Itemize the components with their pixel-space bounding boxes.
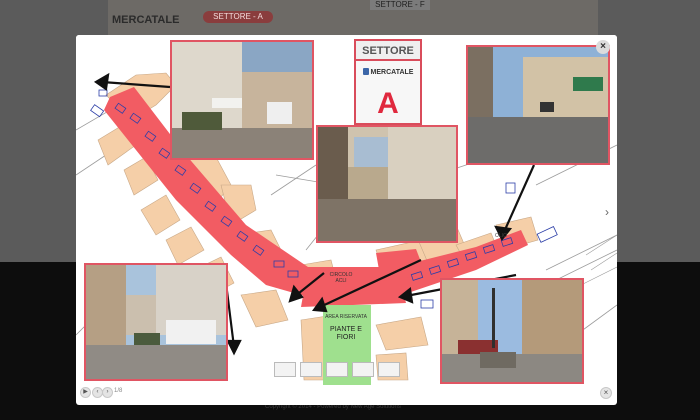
town-crest-icon: [362, 68, 369, 75]
photo-market-stalls-image: [86, 265, 226, 379]
photo-lower-square-image: [442, 280, 582, 382]
image-counter: 1/8: [114, 388, 123, 394]
photo-piazza-image: [172, 42, 312, 158]
close-icon[interactable]: ×: [596, 40, 610, 54]
photo-upper-street[interactable]: [466, 45, 610, 165]
plants-flowers-label: PIANTE E FIORI: [330, 326, 362, 341]
photo-piazza[interactable]: [170, 40, 314, 160]
play-icon[interactable]: ▶: [80, 387, 91, 398]
legend-thumbnail: [378, 362, 400, 377]
next-arrow-icon[interactable]: ›: [601, 205, 613, 219]
map-detail-lines: [580, 234, 617, 286]
background-settore-f-tab: SETTORE - F: [370, 0, 430, 10]
photo-market-stalls[interactable]: [84, 263, 228, 381]
background-logo: MERCATALE: [112, 14, 180, 26]
photo-lower-square[interactable]: [440, 278, 584, 384]
lightbox: SETTORE MERCATALE A AREA RISERVATA PIANT…: [76, 35, 617, 405]
photo-upper-street-image: [468, 47, 608, 163]
background-settore-a-tab: SETTORE - A: [203, 11, 273, 23]
reserved-area-label: AREA RISERVATA: [325, 314, 367, 320]
sector-sign: SETTORE MERCATALE A: [354, 39, 422, 125]
close-button[interactable]: ×: [600, 387, 612, 399]
background-page-header: [108, 0, 598, 36]
legend-thumbnail: [352, 362, 374, 377]
legend-thumbnail: [300, 362, 322, 377]
next-icon[interactable]: ›: [102, 387, 113, 398]
sign-title: SETTORE: [356, 41, 420, 61]
sign-sector-letter: A: [377, 87, 399, 120]
sector-map-image: SETTORE MERCATALE A AREA RISERVATA PIANT…: [76, 35, 617, 385]
legend-thumbnail: [326, 362, 348, 377]
legend-thumbnail: [274, 362, 296, 377]
photo-narrow-street[interactable]: [316, 125, 458, 243]
sign-town: MERCATALE: [358, 67, 418, 79]
photo-narrow-street-image: [318, 127, 456, 241]
olio-label: OLIO: [495, 233, 507, 239]
circolo-label: CIRCOLO ACLI: [329, 272, 353, 284]
sign-town-label: MERCATALE: [370, 69, 414, 76]
